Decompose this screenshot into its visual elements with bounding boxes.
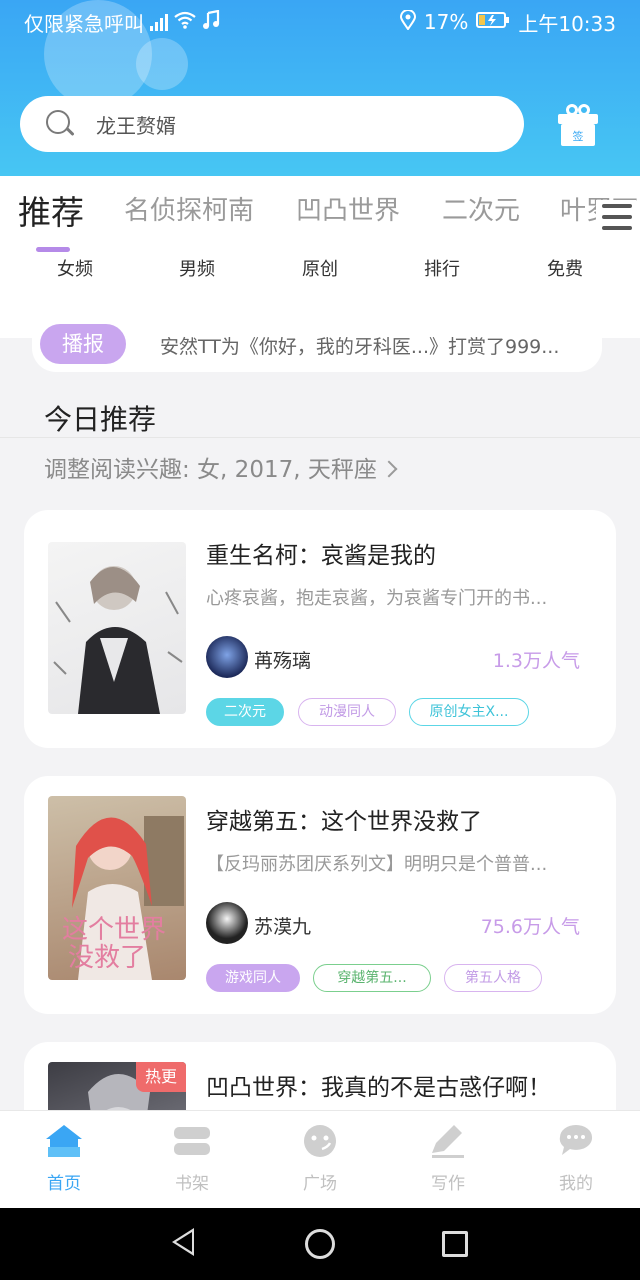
tag[interactable]: 动漫同人	[298, 698, 396, 726]
nav-bookshelf[interactable]: 书架	[142, 1123, 242, 1194]
nav-profile[interactable]: 我的	[526, 1123, 626, 1194]
popularity: 1.3万人气	[492, 650, 580, 672]
tag[interactable]: 原创女主X...	[409, 698, 529, 726]
location-icon	[399, 8, 416, 35]
sub-tabs: 女频 男频 原创 排行 免费	[0, 255, 640, 281]
subtab-original[interactable]: 原创	[302, 255, 338, 281]
book-title: 凹凸世界：我真的不是古惑仔啊！	[206, 1075, 551, 1101]
section-title: 今日推荐	[44, 403, 157, 436]
signal-icon	[150, 13, 168, 31]
book-card[interactable]: 重生名柯：哀酱是我的 心疼哀酱，抱走哀酱，为哀酱专门开的书... 苒殇璃 1.3…	[24, 510, 616, 748]
home-circle-icon[interactable]	[305, 1229, 335, 1259]
battery-percent: 17%	[423, 10, 469, 34]
search-icon	[46, 110, 75, 138]
status-carrier-text: 仅限紧急呼叫	[24, 11, 144, 36]
header: 仅限紧急呼叫 17% 上午10:33 龙王赘婿 签	[0, 0, 640, 176]
preference-text: 调整阅读兴趣: 女, 2017, 天秤座	[44, 457, 377, 483]
author-name: 苏漠九	[254, 916, 312, 938]
tab-anime[interactable]: 二次元	[442, 190, 520, 227]
chevron-right-icon	[380, 460, 398, 478]
status-bar: 仅限紧急呼叫 17% 上午10:33	[0, 0, 640, 44]
tab-aotu[interactable]: 凹凸世界	[296, 190, 400, 227]
book-title: 重生名柯：哀酱是我的	[206, 543, 436, 569]
author-avatar	[206, 636, 248, 678]
svg-text:没救了: 没救了	[68, 943, 146, 973]
nav-write[interactable]: 写作	[398, 1123, 498, 1194]
popularity: 75.6万人气	[480, 916, 580, 938]
broadcast-bar[interactable]: 播报 安然TT为《你好，我的牙科医...》打赏了999...	[32, 324, 602, 372]
decor-bubble	[136, 38, 188, 90]
write-icon	[428, 1123, 468, 1159]
back-icon[interactable]	[172, 1228, 194, 1256]
nav-plaza[interactable]: 广场	[270, 1123, 370, 1194]
book-card[interactable]: 这个世界 没救了 穿越第五：这个世界没救了 【反玛丽苏团厌系列文】明明只是个普普…	[24, 776, 616, 1014]
book-title: 穿越第五：这个世界没救了	[206, 809, 482, 835]
profile-icon	[556, 1123, 596, 1159]
bookshelf-icon	[172, 1123, 212, 1159]
category-tabs: 推荐 名侦探柯南 凹凸世界 二次元 叶罗丽	[0, 190, 640, 240]
home-icon	[44, 1123, 84, 1159]
status-time: 上午10:33	[518, 11, 616, 36]
nav-home[interactable]: 首页	[14, 1123, 114, 1194]
recent-apps-icon[interactable]	[442, 1231, 468, 1257]
reading-preference-link[interactable]: 调整阅读兴趣: 女, 2017, 天秤座	[44, 450, 398, 484]
nav-label: 写作	[431, 1174, 465, 1194]
sign-in-gift-button[interactable]: 签	[558, 104, 598, 146]
battery-icon	[476, 10, 510, 34]
search-bar[interactable]: 龙王赘婿	[20, 96, 524, 152]
active-tab-indicator	[36, 247, 70, 252]
plaza-icon	[300, 1123, 340, 1159]
subtab-free[interactable]: 免费	[547, 255, 583, 281]
subtab-ranking[interactable]: 排行	[424, 255, 460, 281]
bottom-nav: 首页 书架 广场 写作 我的	[0, 1110, 640, 1208]
music-icon	[202, 9, 220, 35]
wifi-icon	[174, 10, 196, 34]
gift-label: 签	[572, 130, 584, 143]
hot-update-badge: 热更	[136, 1062, 186, 1092]
broadcast-text: 安然TT为《你好，我的牙科医...》打赏了999...	[160, 336, 560, 358]
nav-label: 首页	[47, 1174, 81, 1194]
nav-label: 我的	[559, 1174, 593, 1194]
author-avatar	[206, 902, 248, 944]
subtab-female[interactable]: 女频	[57, 255, 93, 281]
svg-text:这个世界: 这个世界	[62, 915, 166, 945]
divider	[0, 437, 640, 438]
nav-label: 书架	[175, 1174, 209, 1194]
search-placeholder: 龙王赘婿	[96, 113, 176, 138]
menu-icon[interactable]	[596, 200, 636, 234]
broadcast-badge: 播报	[40, 324, 126, 364]
tag[interactable]: 穿越第五...	[313, 964, 431, 992]
book-cover[interactable]	[48, 542, 186, 714]
book-cover[interactable]: 这个世界 没救了	[48, 796, 186, 980]
system-nav-bar	[0, 1208, 640, 1280]
nav-label: 广场	[303, 1174, 337, 1194]
subtab-male[interactable]: 男频	[179, 255, 215, 281]
author-name: 苒殇璃	[254, 650, 312, 672]
tab-recommend[interactable]: 推荐	[18, 190, 84, 234]
tag[interactable]: 第五人格	[444, 964, 542, 992]
tag[interactable]: 游戏同人	[206, 964, 300, 992]
book-description: 【反玛丽苏团厌系列文】明明只是个普普...	[206, 854, 548, 875]
tag[interactable]: 二次元	[206, 698, 284, 726]
book-description: 心疼哀酱，抱走哀酱，为哀酱专门开的书...	[206, 588, 548, 609]
tab-conan[interactable]: 名侦探柯南	[124, 190, 254, 227]
